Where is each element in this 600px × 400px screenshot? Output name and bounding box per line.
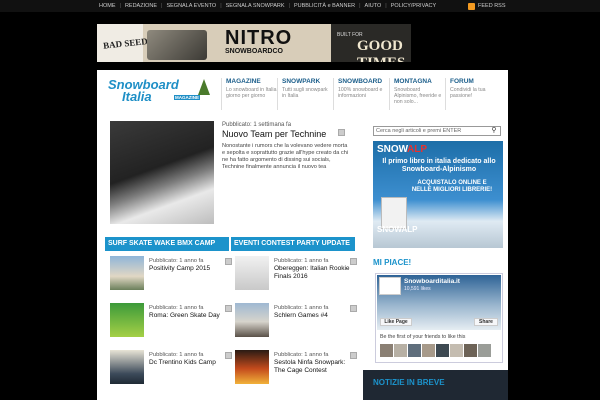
post-thumbnail[interactable] — [110, 303, 144, 337]
topnav-segnala-evento[interactable]: SEGNALA EVENTO — [162, 1, 220, 11]
plus-icon[interactable] — [225, 305, 232, 312]
topnav-pubblicita[interactable]: PUBBLICITÀ e BANNER — [290, 1, 359, 11]
menu-item-desc: Lo snowboard in Italia giorno per giorno — [226, 87, 277, 99]
facebook-share-button[interactable]: Share — [474, 318, 498, 326]
avatar[interactable] — [408, 344, 421, 357]
main-menu: MAGAZINE Lo snowboard in Italia giorno p… — [221, 78, 501, 110]
mi-piace-heading: MI PIACE! — [373, 258, 412, 267]
featured-image[interactable] — [110, 121, 214, 224]
post-title[interactable]: Positivity Camp 2015 — [149, 265, 229, 273]
menu-item-title: MONTAGNA — [394, 78, 432, 85]
topnav-segnala-snowpark[interactable]: SEGNALA SNOWPARK — [222, 1, 289, 11]
avatar[interactable] — [464, 344, 477, 357]
menu-item-snowpark[interactable]: SNOWPARK Tutti sugli snowpark in Italia — [277, 78, 333, 110]
plus-icon[interactable] — [350, 258, 357, 265]
search-icon[interactable]: ⚲ — [488, 127, 500, 135]
banner-brand-sub: SNOWBOARDCO — [225, 48, 283, 55]
menu-item-montagna[interactable]: MONTAGNA Snowboard Alpinismo, freeride e… — [389, 78, 445, 110]
featured-plus-icon[interactable] — [338, 129, 345, 136]
ad-brand: SNOW — [377, 144, 409, 155]
ad-brand-footer: SNOWALP — [377, 225, 418, 234]
menu-item-title: MAGAZINE — [226, 78, 261, 85]
post-thumbnail[interactable] — [110, 350, 144, 384]
avatar[interactable] — [450, 344, 463, 357]
topnav-aiuto[interactable]: AIUTO — [361, 1, 386, 11]
search-input[interactable]: Cerca negli articoli e premi ENTER — [373, 126, 501, 136]
post-meta: Pubblicato: 1 anno fa — [149, 352, 204, 358]
featured-excerpt: Nonostante i rumors che la volevano vede… — [222, 143, 349, 170]
menu-item-title: FORUM — [450, 78, 474, 85]
menu-item-desc: 100% snowboard e informazioni — [338, 87, 383, 99]
plus-icon[interactable] — [225, 258, 232, 265]
post-meta: Pubblicato: 1 anno fa — [274, 352, 329, 358]
plus-icon[interactable] — [350, 352, 357, 359]
topnav-redazione[interactable]: REDAZIONE — [121, 1, 161, 11]
avatar[interactable] — [380, 344, 393, 357]
notizie-heading: NOTIZIE IN BREVE — [373, 378, 445, 387]
advertising-banner[interactable]: BAD SEEDS! NITRO SNOWBOARDCO BUILT FOR G… — [97, 24, 411, 62]
post-meta: Pubblicato: 1 anno fa — [274, 258, 329, 264]
post-thumbnail[interactable] — [235, 350, 269, 384]
avatar[interactable] — [436, 344, 449, 357]
snowalp-book-ad[interactable]: SNOW ALP Il primo libro in italia dedica… — [373, 141, 503, 248]
post-thumbnail[interactable] — [110, 256, 144, 290]
menu-item-forum[interactable]: FORUM Condividi la tua passione! — [445, 78, 501, 110]
facebook-widget: Snowboarditalia.it 10,591 likes Like Pag… — [375, 273, 503, 363]
section-heading-camp[interactable]: SURF SKATE WAKE BMX CAMP — [105, 237, 229, 251]
avatar[interactable] — [478, 344, 491, 357]
facebook-like-button[interactable]: Like Page — [380, 318, 412, 326]
plus-icon[interactable] — [350, 305, 357, 312]
avatar[interactable] — [422, 344, 435, 357]
plus-icon[interactable] — [225, 352, 232, 359]
facebook-friend-faces — [380, 344, 491, 357]
post-thumbnail[interactable] — [235, 256, 269, 290]
rss-feed-label: FEED RSS — [478, 3, 506, 9]
post-title[interactable]: Schlern Games #4 — [274, 312, 354, 320]
menu-item-desc: Tutti sugli snowpark in Italia — [282, 87, 328, 99]
banner-slogan: GOOD TIMES — [357, 38, 405, 62]
menu-item-snowboard[interactable]: SNOWBOARD 100% snowboard e informazioni — [333, 78, 389, 110]
post-meta: Pubblicato: 1 anno fa — [274, 305, 329, 311]
menu-item-title: SNOWBOARD — [338, 78, 383, 85]
section-heading-eventi[interactable]: EVENTI CONTEST PARTY UPDATE — [231, 237, 355, 251]
post-title[interactable]: Sestola Ninfa Snowpark: The Cage Contest — [274, 359, 354, 375]
menu-item-desc: Condividi la tua passione! — [450, 87, 486, 99]
post-title[interactable]: Roma: Green Skate Day — [149, 312, 229, 320]
ad-headline: Il primo libro in italia dedicato allo S… — [382, 158, 496, 173]
tree-icon — [198, 79, 210, 95]
banner-rider-image — [147, 30, 207, 60]
post-thumbnail[interactable] — [235, 303, 269, 337]
topnav-home[interactable]: HOME — [95, 1, 120, 11]
post-title[interactable]: Dc Trentino Kids Camp — [149, 359, 229, 367]
logo-tag: MAGAZINE — [174, 95, 200, 100]
menu-item-desc: Snowboard Alpinismo, freeride e non solo… — [394, 87, 442, 105]
facebook-page-name[interactable]: Snowboarditalia.it — [404, 278, 460, 285]
facebook-like-count: 10,591 likes — [404, 286, 431, 292]
logo-line2: Italia — [122, 89, 152, 104]
menu-item-magazine[interactable]: MAGAZINE Lo snowboard in Italia giorno p… — [221, 78, 277, 110]
banner-brand: NITRO — [225, 27, 293, 49]
site-logo[interactable]: Snowboard Italia MAGAZINE — [108, 77, 212, 107]
rss-feed-link[interactable]: FEED RSS — [468, 1, 506, 11]
featured-title[interactable]: Nuovo Team per Technine — [222, 129, 326, 139]
post-title[interactable]: Obereggen: Italian Rookie Finals 2016 — [274, 265, 354, 281]
ad-callout: ACQUISTALO ONLINE E NELLE MIGLIORI LIBRE… — [411, 180, 493, 193]
post-meta: Pubblicato: 1 anno fa — [149, 305, 204, 311]
post-meta: Pubblicato: 1 anno fa — [149, 258, 204, 264]
facebook-page-logo[interactable] — [379, 277, 401, 295]
topnav-policy[interactable]: POLICY/PRIVACY — [387, 1, 440, 11]
top-navigation: HOME | REDAZIONE | SEGNALA EVENTO | SEGNALA… — [95, 1, 440, 11]
facebook-friends-text: Be the first of your friends to like thi… — [380, 334, 466, 340]
avatar[interactable] — [394, 344, 407, 357]
menu-item-title: SNOWPARK — [282, 78, 321, 85]
rss-icon — [468, 2, 475, 10]
ad-brand-accent: ALP — [407, 144, 427, 155]
featured-meta: Pubblicato: 1 settimana fa — [222, 122, 292, 128]
